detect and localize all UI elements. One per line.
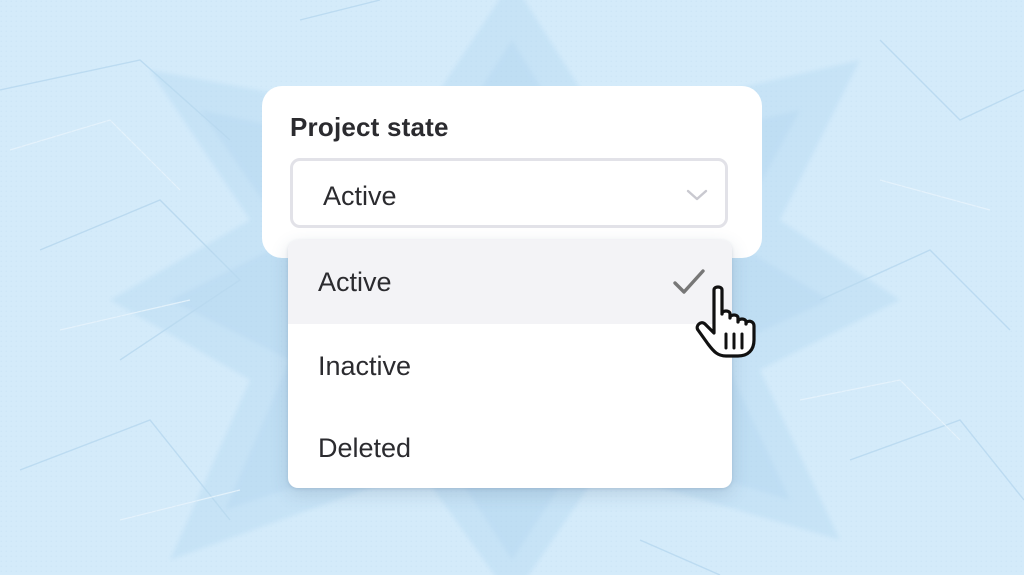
hand-pointer-cursor-icon	[695, 285, 756, 358]
project-state-dropdown-menu: Active Inactive Deleted	[288, 240, 732, 488]
dropdown-option-inactive[interactable]: Inactive	[288, 324, 732, 408]
dropdown-option-deleted[interactable]: Deleted	[288, 406, 732, 488]
chevron-down-icon	[686, 189, 708, 201]
project-state-label: Project state	[290, 112, 449, 142]
option-label: Active	[318, 267, 392, 297]
option-label: Deleted	[318, 433, 412, 463]
project-state-select[interactable]: Active	[290, 158, 728, 228]
select-current-value: Active	[323, 181, 397, 211]
option-label: Inactive	[318, 351, 412, 381]
dropdown-option-active[interactable]: Active	[288, 240, 732, 324]
project-state-card: Project state Active	[262, 86, 762, 258]
